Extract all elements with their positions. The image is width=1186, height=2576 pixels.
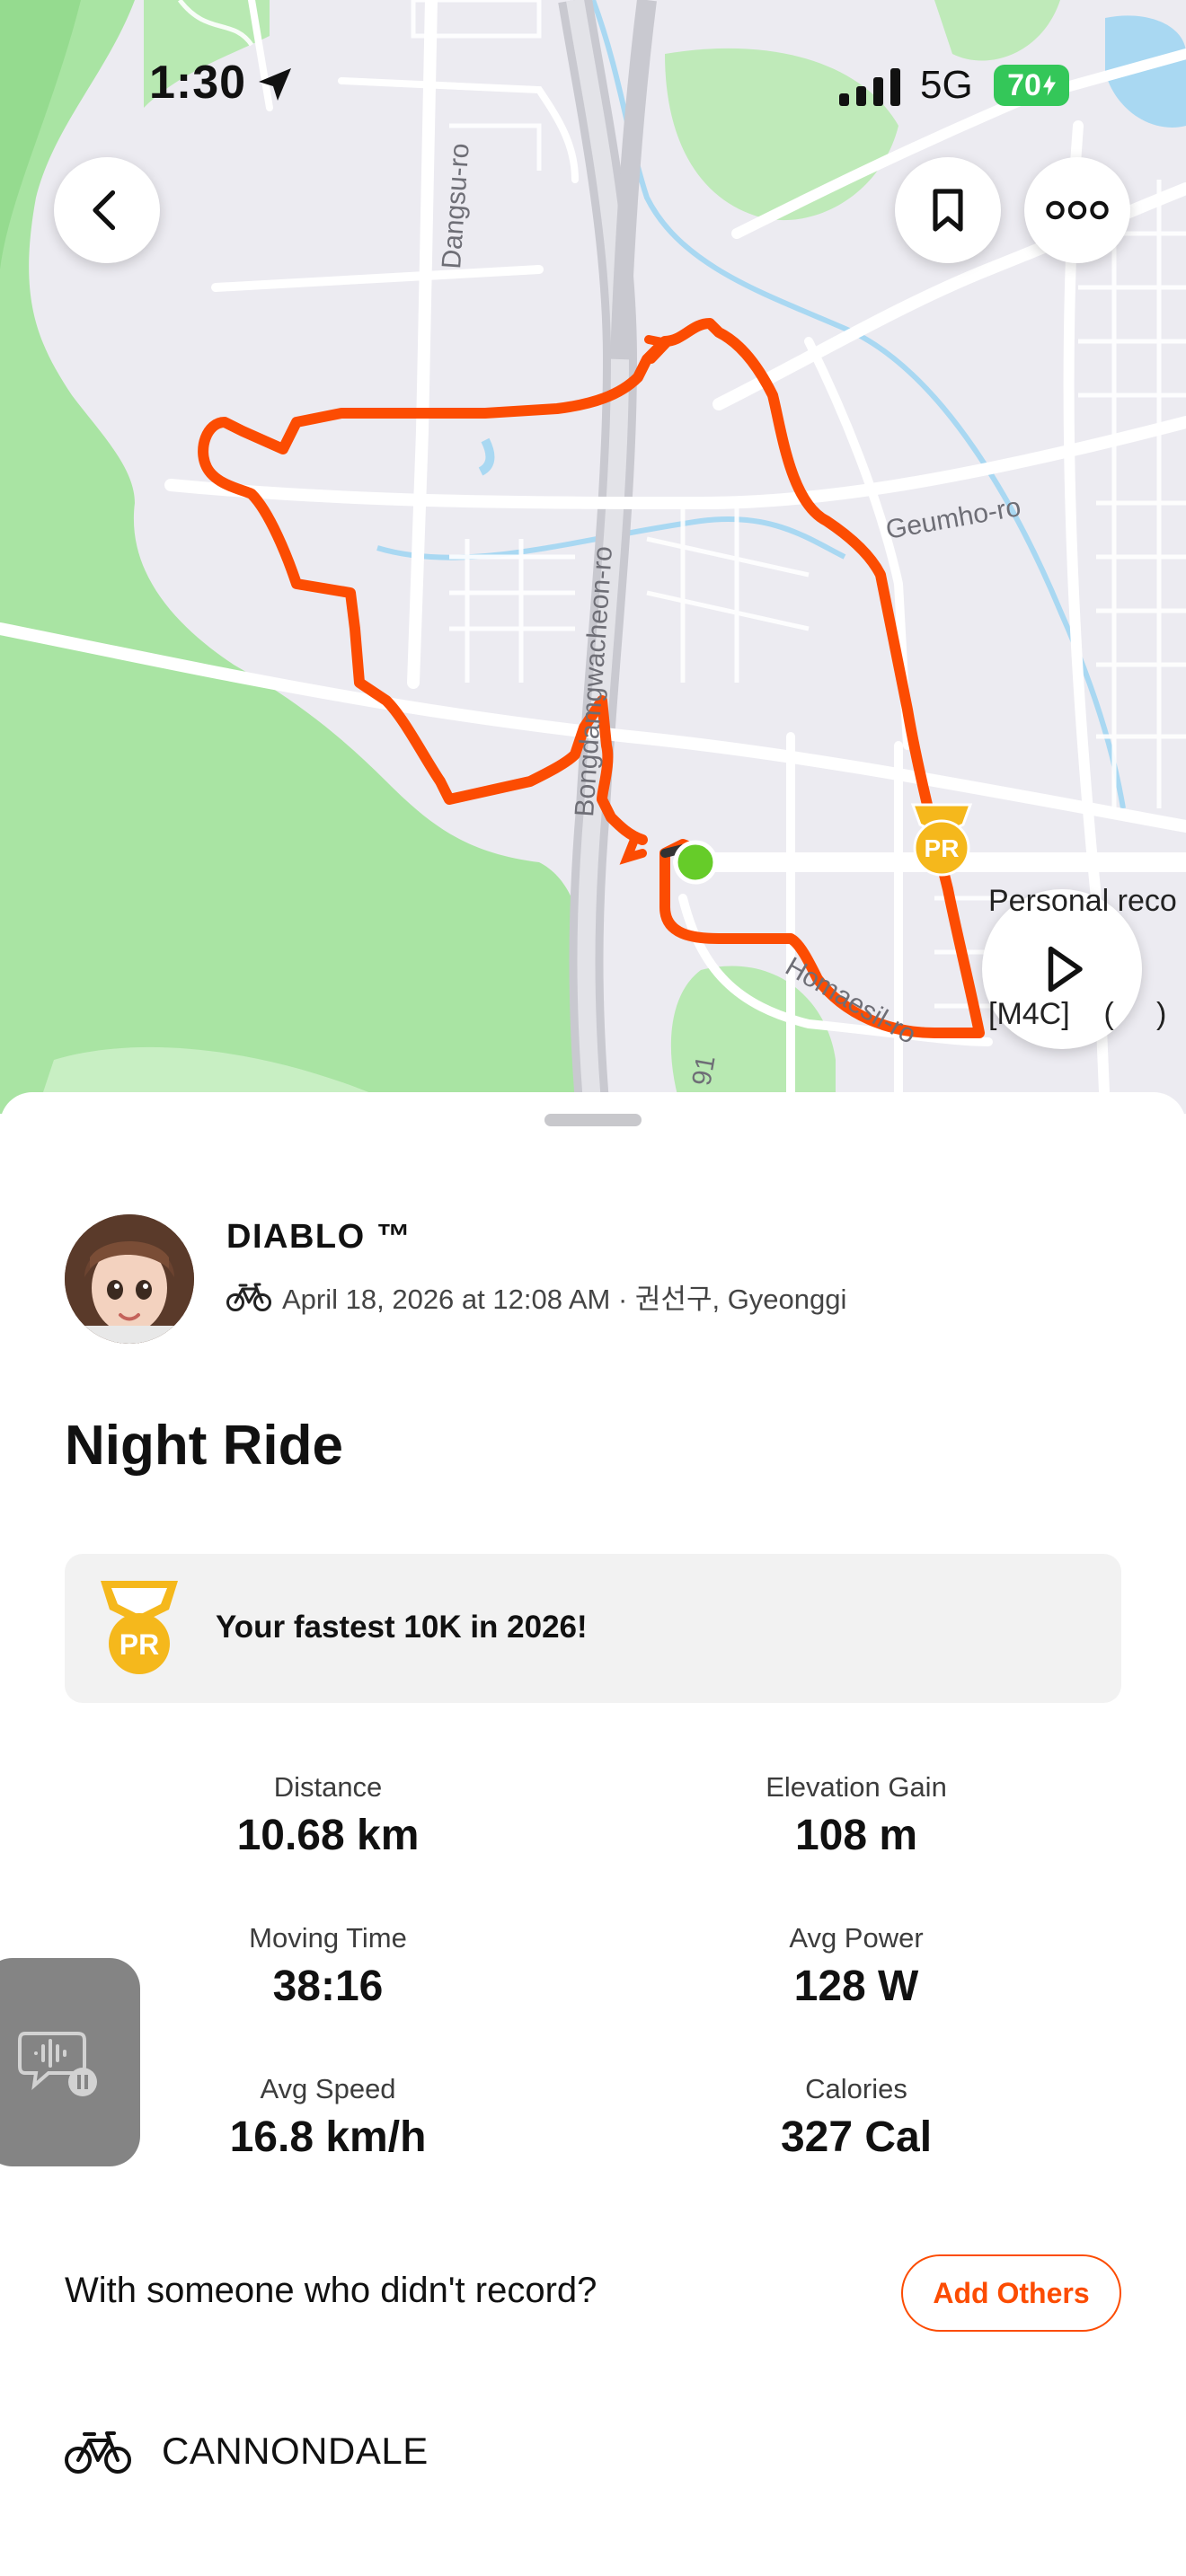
voice-memo-widget[interactable]: [0, 1958, 140, 2166]
stat-value: 108 m: [794, 1812, 918, 1859]
stat-value: 10.68 km: [236, 1812, 420, 1859]
charging-bolt-icon: [1042, 75, 1056, 96]
stat-elevation-gain: Elevation Gain 108 m: [632, 1771, 1081, 1860]
battery-level: 70: [1007, 67, 1041, 102]
stat-distance: Distance 10.68 km: [103, 1771, 553, 1860]
map-pr-callout-line2: [M4C] ( ): [988, 997, 1167, 1031]
stat-label: Calories: [805, 2073, 907, 2104]
location-arrow-icon: [259, 68, 291, 101]
bike-gear-icon: [65, 2431, 131, 2474]
with-others-prompt: With someone who didn't record?: [65, 2271, 597, 2310]
stat-calories: Calories 327 Cal: [632, 2073, 1081, 2162]
sheet-grabber[interactable]: [544, 1114, 642, 1126]
stat-value: 38:16: [272, 1963, 384, 2010]
back-chevron-icon: [93, 190, 116, 231]
road-label-91: 91: [686, 1054, 721, 1089]
battery-indicator: 70: [994, 65, 1069, 106]
map-pr-callout-line1: Personal reco: [988, 884, 1177, 918]
activity-meta: April 18, 2026 at 12:08 AM · 권선구, Gyeong…: [226, 1276, 846, 1317]
stat-avg-speed: Avg Speed 16.8 km/h: [103, 2073, 553, 2162]
network-type: 5G: [920, 63, 973, 107]
bookmark-icon: [933, 189, 963, 232]
stat-label: Elevation Gain: [766, 1771, 947, 1803]
pr-medal-icon: PR: [101, 1581, 178, 1674]
activity-title: Night Ride: [65, 1415, 343, 1477]
athlete-name[interactable]: DIABLO ™: [226, 1218, 412, 1257]
stat-label: Avg Speed: [260, 2073, 396, 2104]
stat-moving-time: Moving Time 38:16: [103, 1922, 553, 2011]
status-bar: 1:30 5G 70: [0, 0, 1186, 171]
back-button[interactable]: [54, 157, 160, 263]
bike-icon: [226, 1283, 271, 1311]
activity-date-location: April 18, 2026 at 12:08 AM · 권선구, Gyeong…: [282, 1284, 847, 1315]
map-pr-badge-text: PR: [925, 834, 960, 862]
activity-sheet: DIABLO ™ April 18, 2026 at 12:08 AM · 권선…: [0, 1092, 1186, 2576]
voice-memo-icon: [18, 2032, 97, 2096]
status-time: 1:30: [149, 57, 247, 109]
stat-label: Distance: [273, 1771, 383, 1803]
pr-medal-text: PR: [119, 1628, 159, 1661]
route-map[interactable]: PR Dangsu-ro Bongdamgwacheon-ro Geumho-r…: [0, 0, 1186, 1114]
stat-label: Avg Power: [789, 1922, 924, 1954]
achievement-banner[interactable]: PR Your fastest 10K in 2026!: [65, 1554, 1121, 1703]
avatar[interactable]: [65, 1214, 194, 1344]
achievement-text: Your fastest 10K in 2026!: [216, 1610, 588, 1645]
more-options-button[interactable]: [1024, 157, 1130, 263]
add-others-button[interactable]: Add Others: [901, 2254, 1121, 2332]
signal-icon: [839, 68, 900, 106]
road-label-geumho: Geumho-ro: [883, 492, 1022, 545]
stat-value: 327 Cal: [780, 2113, 933, 2161]
stat-value: 128 W: [793, 1963, 919, 2010]
map-pr-callout[interactable]: Personal reco [M4C] ( ): [988, 807, 1177, 1108]
avatar-image: [65, 1214, 194, 1344]
gear-name[interactable]: CANNONDALE: [162, 2430, 429, 2473]
stat-avg-power: Avg Power 128 W: [632, 1922, 1081, 2011]
stat-label: Moving Time: [249, 1922, 407, 1954]
stat-value: 16.8 km/h: [229, 2113, 427, 2161]
more-dots-icon: [1046, 200, 1109, 220]
bookmark-button[interactable]: [895, 157, 1001, 263]
